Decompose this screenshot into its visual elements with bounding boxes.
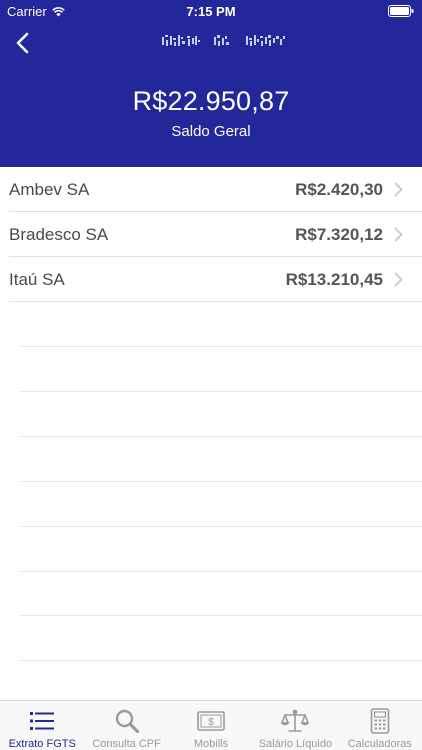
account-name: Ambev SA <box>9 179 90 199</box>
list-icon <box>30 712 55 730</box>
total-balance: R$22.950,87 <box>132 86 290 116</box>
account-name: Bradesco SA <box>9 224 109 244</box>
status-bar: Carrier 7:15 PM <box>0 0 422 22</box>
chevron-right-icon <box>394 272 403 287</box>
battery-icon <box>388 5 414 17</box>
account-value: R$2.420,30 <box>295 179 383 199</box>
calculator-icon <box>370 708 390 734</box>
tab-label: Mobills <box>193 738 229 750</box>
tab-label: Salário Líquido <box>258 738 333 750</box>
tab-label: Consulta CPF <box>92 738 161 750</box>
account-value: R$13.210,45 <box>285 269 383 289</box>
scale-icon <box>281 709 310 732</box>
chevron-left-icon <box>16 32 29 54</box>
chevron-right-icon <box>394 227 403 242</box>
account-row-itau[interactable]: Itaú SA R$13.210,45 <box>0 257 422 302</box>
chevron-right-icon <box>394 182 403 197</box>
tab-label: Extrato FGTS <box>8 738 76 750</box>
row-divider <box>20 526 422 527</box>
row-divider <box>20 481 422 482</box>
row-divider <box>20 660 422 661</box>
tab-label: Calculadoras <box>347 738 412 750</box>
tab-extrato-fgts[interactable]: Extrato FGTS <box>0 701 84 750</box>
account-row-ambev[interactable]: Ambev SA R$2.420,30 <box>0 167 422 212</box>
back-button[interactable] <box>8 28 36 58</box>
money-note-icon: $ <box>197 711 225 731</box>
header: Carrier 7:15 PM R$22.950,87 Saldo Geral <box>0 0 422 167</box>
account-name: Itaú SA <box>9 269 65 289</box>
search-icon <box>115 709 139 734</box>
row-divider <box>20 391 422 392</box>
tab-calculadoras[interactable]: Calculadoras <box>338 701 422 750</box>
tab-consulta-cpf[interactable]: Consulta CPF <box>84 701 168 750</box>
accounts-list: Ambev SA R$2.420,30 Bradesco SA R$7.320,… <box>0 167 422 302</box>
account-value: R$7.320,12 <box>295 224 383 244</box>
svg-text:$: $ <box>208 717 214 728</box>
tab-bar: Extrato FGTS Consulta CPF $ Mobills Salá… <box>0 700 422 750</box>
row-divider <box>20 346 422 347</box>
title-logo <box>162 35 285 46</box>
row-divider <box>20 436 422 437</box>
status-time: 7:15 PM <box>186 4 236 19</box>
row-divider <box>20 571 422 572</box>
tab-mobills[interactable]: $ Mobills <box>169 701 253 750</box>
account-row-bradesco[interactable]: Bradesco SA R$7.320,12 <box>0 212 422 257</box>
row-divider <box>20 615 422 616</box>
tab-salario-liquido[interactable]: Salário Líquido <box>253 701 337 750</box>
total-balance-label: Saldo Geral <box>171 123 251 140</box>
